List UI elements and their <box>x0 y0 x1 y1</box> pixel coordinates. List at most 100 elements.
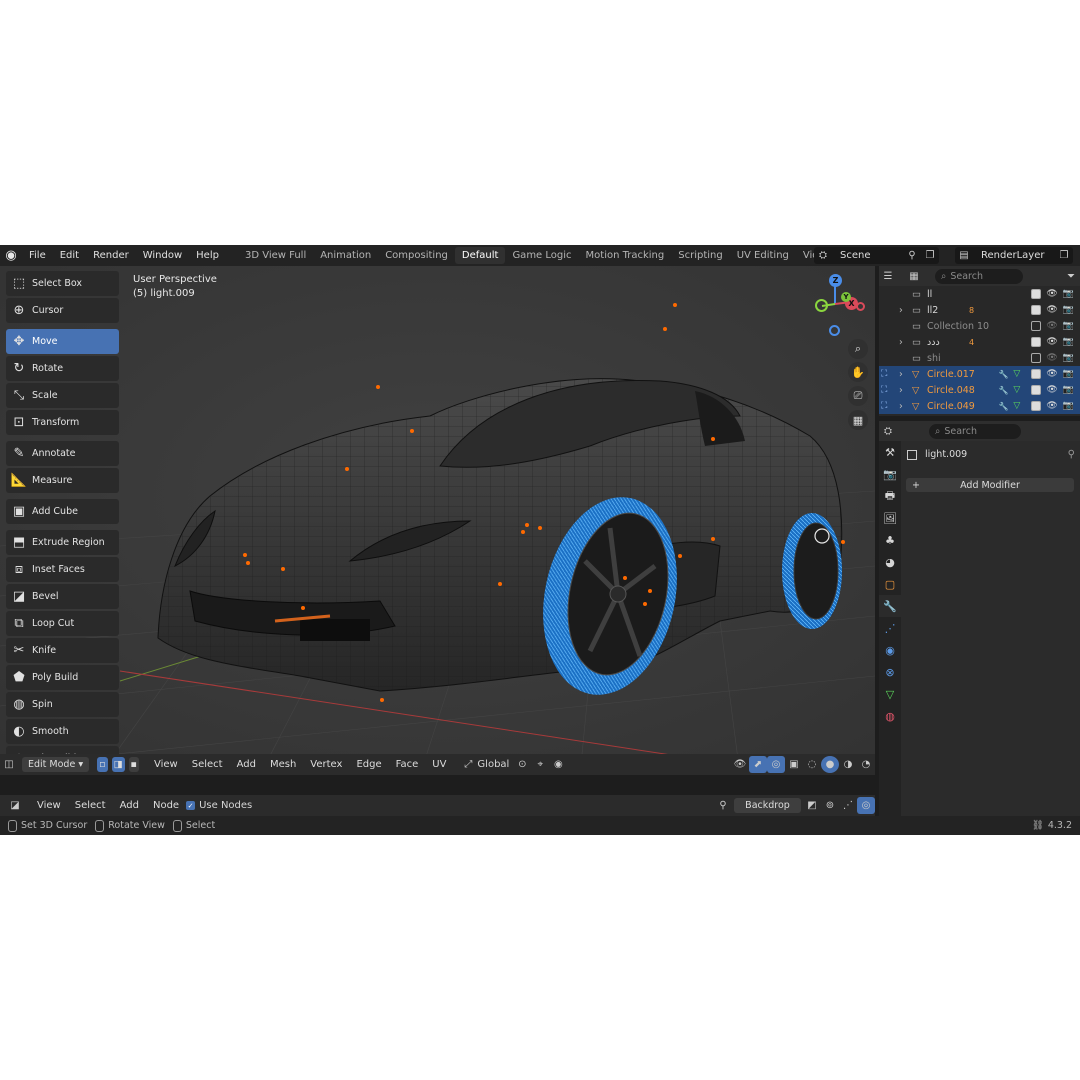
viewport-menu-add[interactable]: Add <box>230 759 263 770</box>
output-tab-icon[interactable]: 🖶 <box>879 485 901 507</box>
exclude-checkbox[interactable] <box>1031 401 1042 411</box>
backdrop-button[interactable]: Backdrop <box>734 798 801 813</box>
outliner-row[interactable]: ⛶ › ▽ Circle.049 🔧 ▽ 👁 📷 <box>879 398 1080 414</box>
node-editor-type-icon[interactable]: ◪ <box>6 797 24 814</box>
tab-3d-view-full[interactable]: 3D View Full <box>238 247 313 264</box>
new-view-layer-icon[interactable]: ❐ <box>1055 247 1073 264</box>
tool-bevel[interactable]: ◪ Bevel <box>6 584 119 609</box>
viewport-menu-edge[interactable]: Edge <box>349 759 388 770</box>
render-camera-icon[interactable]: 📷 <box>1063 369 1074 379</box>
blender-logo-icon[interactable]: ◉ <box>0 245 22 266</box>
tool-cursor[interactable]: ⊕ Cursor <box>6 298 119 323</box>
vertex-select-mode-icon[interactable]: ▫ <box>97 757 108 772</box>
outliner-row[interactable]: ⛶ › ▽ Circle.048 🔧 ▽ 👁 📷 <box>879 382 1080 398</box>
pan-hand-icon[interactable]: ✋ <box>848 362 868 382</box>
outliner-row[interactable]: ▭ ll 👁 📷 <box>879 286 1080 302</box>
car-wireframe-scene[interactable] <box>0 266 875 775</box>
tool-poly-build[interactable]: ⬟ Poly Build <box>6 665 119 690</box>
expand-chevron-icon[interactable]: › <box>899 385 903 396</box>
tool-scale[interactable]: ⤡ Scale <box>6 383 119 408</box>
gizmo-z-axis[interactable]: Z <box>829 274 842 287</box>
tool-extrude-region[interactable]: ⬒ Extrude Region <box>6 530 119 555</box>
visibility-eye-icon[interactable]: 👁 <box>1046 289 1057 299</box>
tab-uv-editing[interactable]: UV Editing <box>730 247 796 264</box>
menu-help[interactable]: Help <box>189 245 226 266</box>
render-camera-icon[interactable]: 📷 <box>1063 385 1074 395</box>
properties-editor-icon[interactable]: ⛭ <box>879 423 897 440</box>
outliner-row[interactable]: ⛶ › ▽ Circle.017 🔧 ▽ 👁 📷 <box>879 366 1080 382</box>
outliner-row[interactable]: ▭ Collection 10 👁 📷 <box>879 318 1080 334</box>
pivot-icon[interactable]: ⊙ <box>513 756 531 773</box>
tool-measure[interactable]: 📐 Measure <box>6 468 119 493</box>
tool-rotate[interactable]: ↻ Rotate <box>6 356 119 381</box>
gizmo-neg-x-axis[interactable] <box>856 302 865 311</box>
properties-pin-icon[interactable]: ⚲ <box>1068 449 1075 460</box>
viewport-menu-mesh[interactable]: Mesh <box>263 759 303 770</box>
view-layer-selector[interactable]: ▤ RenderLayer ❐ <box>955 247 1073 264</box>
overlay-toggle-icon[interactable]: ◎ <box>767 756 785 773</box>
editor-type-icon[interactable]: ◫ <box>0 756 18 773</box>
tool-smooth[interactable]: ◐ Smooth <box>6 719 119 744</box>
visibility-eye-icon[interactable]: 👁 <box>1046 353 1057 363</box>
render-camera-icon[interactable]: 📷 <box>1063 401 1074 411</box>
gizmo-toggle-icon[interactable]: ⬈ <box>749 756 767 773</box>
properties-search[interactable]: ⌕ Search <box>929 423 1021 439</box>
grid-perspective-icon[interactable]: ▦ <box>848 410 868 430</box>
render-camera-icon[interactable]: 📷 <box>1063 353 1074 363</box>
menu-file[interactable]: File <box>22 245 53 266</box>
visibility-eye-icon[interactable]: 👁 <box>1046 401 1057 411</box>
object-tab-icon[interactable]: ▢ <box>879 573 901 595</box>
outliner-editor-icon[interactable]: ☰ <box>879 268 897 285</box>
tool-loop-cut[interactable]: ⧉ Loop Cut <box>6 611 119 636</box>
solid-shading-icon[interactable]: ● <box>821 756 839 773</box>
viewport-menu-view[interactable]: View <box>147 759 185 770</box>
new-scene-icon[interactable]: ❐ <box>921 247 939 264</box>
render-camera-icon[interactable]: 📷 <box>1063 305 1074 315</box>
tab-animation[interactable]: Animation <box>313 247 378 264</box>
visibility-eye-icon[interactable]: 👁 <box>1046 321 1057 331</box>
tool-transform[interactable]: ⊡ Transform <box>6 410 119 435</box>
gizmo-neg-z-axis[interactable] <box>829 325 840 336</box>
tab-game-logic[interactable]: Game Logic <box>505 247 578 264</box>
gizmo-y-axis[interactable]: Y <box>841 292 851 302</box>
constraints-tab-icon[interactable]: ⊗ <box>879 661 901 683</box>
view-layer-tab-icon[interactable]: 🖼 <box>879 507 901 529</box>
modifier-tab-icon[interactable]: 🔧 <box>879 595 901 617</box>
rendered-shading-icon[interactable]: ◔ <box>857 756 875 773</box>
menu-edit[interactable]: Edit <box>53 245 86 266</box>
render-tab-icon[interactable]: 📷 <box>879 463 901 485</box>
tool-add-cube[interactable]: ▣ Add Cube <box>6 499 119 524</box>
expand-chevron-icon[interactable]: › <box>899 337 903 348</box>
node-pin-icon[interactable]: ⚲ <box>714 797 732 814</box>
node-menu-add[interactable]: Add <box>113 800 146 811</box>
camera-icon[interactable]: ⎚ <box>848 386 868 406</box>
viewport-menu-vertex[interactable]: Vertex <box>303 759 349 770</box>
tool-knife[interactable]: ✂ Knife <box>6 638 119 663</box>
node-snap-icon[interactable]: ⊚ <box>821 797 839 814</box>
node-menu-select[interactable]: Select <box>68 800 113 811</box>
use-nodes-checkbox[interactable]: ✓ <box>186 801 196 810</box>
transform-orientation-icon[interactable]: ⤢ <box>459 756 477 773</box>
proportional-edit-icon[interactable]: ◉ <box>549 756 567 773</box>
display-mode-icon[interactable]: ▦ <box>905 268 923 285</box>
exclude-checkbox[interactable] <box>1031 353 1042 363</box>
tool-tab-icon[interactable]: ⚒ <box>879 441 901 463</box>
expand-chevron-icon[interactable]: › <box>899 305 903 316</box>
tab-default[interactable]: Default <box>454 247 506 264</box>
gizmo-neg-y-axis[interactable] <box>815 299 828 312</box>
tab-scripting[interactable]: Scripting <box>671 247 729 264</box>
mesh-data-green-icon[interactable]: ▽ <box>1013 369 1020 379</box>
add-modifier-button[interactable]: + Add Modifier <box>906 478 1074 492</box>
exclude-checkbox[interactable] <box>1031 289 1042 299</box>
tab-compositing[interactable]: Compositing <box>378 247 455 264</box>
tool-inset-faces[interactable]: ⧈ Inset Faces <box>6 557 119 582</box>
node-menu-view[interactable]: View <box>30 800 68 811</box>
3d-viewport[interactable]: User Perspective (5) light.009 ⬚ Select B… <box>0 266 875 775</box>
face-select-mode-icon[interactable]: ▪ <box>128 757 139 772</box>
visibility-eye-icon[interactable]: 👁 <box>1046 385 1057 395</box>
node-overlay-icon[interactable]: ◎ <box>857 797 875 814</box>
outliner-row[interactable]: ▭ shi 👁 📷 <box>879 350 1080 366</box>
exclude-checkbox[interactable] <box>1031 337 1042 347</box>
data-tab-icon[interactable]: ▽ <box>879 683 901 705</box>
mesh-data-green-icon[interactable]: ▽ <box>1013 401 1020 411</box>
